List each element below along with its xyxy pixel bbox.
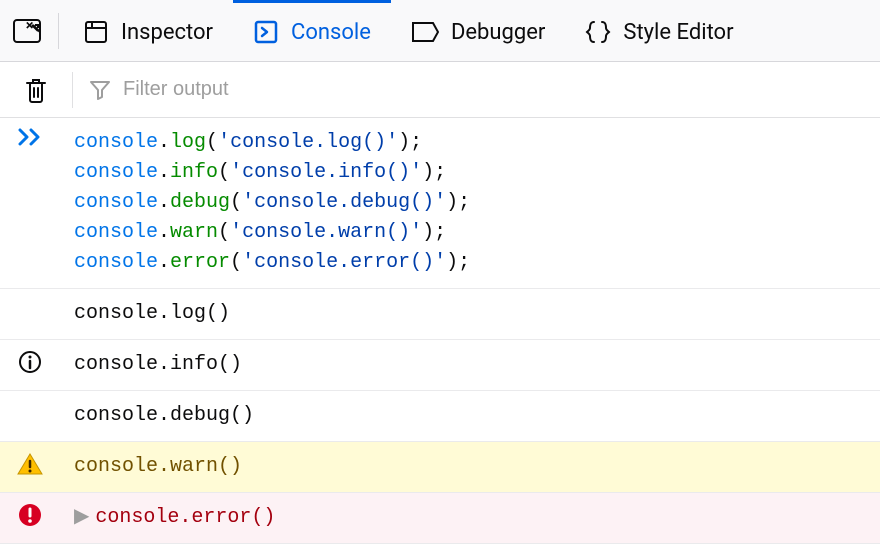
trash-icon <box>24 76 48 104</box>
info-icon <box>0 340 60 374</box>
tab-debugger-label: Debugger <box>451 20 545 45</box>
tab-styleeditor-label: Style Editor <box>623 20 733 45</box>
clear-console-button[interactable] <box>0 62 72 118</box>
message-text: console.debug() <box>60 391 880 441</box>
toolbar-separator <box>58 13 59 49</box>
expand-caret-icon[interactable]: ▶ <box>74 503 89 533</box>
tab-console-label: Console <box>291 20 371 45</box>
message-text: console.log() <box>60 289 880 339</box>
devtools-toolbar: Inspector Console Debugger Style Editor <box>0 0 880 62</box>
error-icon <box>0 493 60 527</box>
tab-styleeditor[interactable]: Style Editor <box>565 0 753 62</box>
tab-console[interactable]: Console <box>233 0 391 62</box>
console-message-error: ▶console.error() <box>0 493 880 544</box>
console-message-debug: console.debug() <box>0 391 880 442</box>
message-text: console.warn() <box>60 442 880 492</box>
inspector-icon <box>83 19 109 45</box>
dock-button[interactable] <box>0 0 54 62</box>
no-icon <box>0 391 60 401</box>
console-message-log: console.log() <box>0 289 880 340</box>
filter-input-wrap <box>73 62 880 118</box>
console-output: console.log('console.log()'); console.in… <box>0 118 880 544</box>
styleeditor-icon <box>585 19 611 45</box>
input-prompt-icon <box>0 118 60 146</box>
funnel-icon <box>89 79 111 101</box>
tab-inspector-label: Inspector <box>121 20 213 45</box>
tab-debugger[interactable]: Debugger <box>391 0 565 62</box>
console-message-info: console.info() <box>0 340 880 391</box>
console-input-row[interactable]: console.log('console.log()'); console.in… <box>0 118 880 289</box>
filter-input[interactable] <box>123 78 864 101</box>
console-message-warn: console.warn() <box>0 442 880 493</box>
no-icon <box>0 289 60 299</box>
tab-inspector[interactable]: Inspector <box>63 0 233 62</box>
console-filter-row <box>0 62 880 118</box>
warning-icon <box>0 442 60 476</box>
message-text: ▶console.error() <box>60 493 880 543</box>
console-input-body: console.log('console.log()'); console.in… <box>60 118 880 288</box>
console-icon <box>253 19 279 45</box>
message-text: console.info() <box>60 340 880 390</box>
debugger-icon <box>411 21 439 43</box>
